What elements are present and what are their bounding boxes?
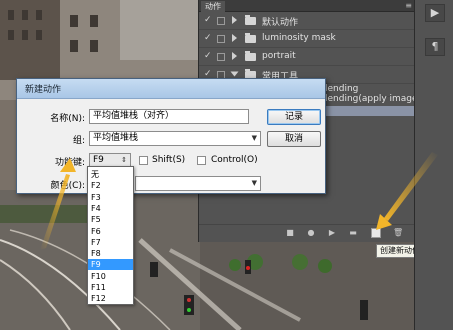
color-select[interactable]: ▼ [135,176,261,191]
chevron-down-icon: ▼ [251,179,257,187]
chevron-down-icon: ▼ [251,134,257,142]
folder-icon [245,33,256,43]
action-set-row[interactable]: ✓ 默认动作 [199,13,415,30]
name-label: 名称(N): [50,114,85,124]
function-key-option[interactable]: F7 [88,237,133,248]
panel-menu-icon[interactable]: ≡ [405,1,412,11]
record-icon[interactable]: ● [306,228,316,238]
record-button[interactable]: 记录 [267,109,321,125]
function-key-option[interactable]: F9 [88,259,133,271]
cancel-button[interactable]: 取消 [267,131,321,147]
shift-label: Shift(S) [152,155,186,165]
action-set-label: portrait [262,51,296,61]
function-key-option[interactable]: 无 [88,169,133,180]
set-label: 组: [72,136,85,146]
new-action-icon[interactable] [371,228,381,238]
dialog-toggle-icon[interactable] [217,17,225,25]
stop-icon[interactable]: ■ [285,228,295,238]
expand-arrow-icon[interactable] [232,16,237,24]
function-key-option[interactable]: F6 [88,226,133,237]
folder-icon [245,51,256,61]
function-key-value: F9 [93,155,104,165]
function-key-option[interactable]: F4 [88,203,133,214]
function-key-option[interactable]: F2 [88,180,133,191]
function-key-option[interactable]: F8 [88,248,133,259]
play-panel-icon[interactable]: ▶ [425,4,445,22]
name-input[interactable]: 平均值堆栈（对齐） [89,109,249,124]
panel-header: 动作 ≡ [199,0,415,12]
function-key-option[interactable]: F3 [88,192,133,203]
function-key-option[interactable]: F11 [88,282,133,293]
action-set-label: 默认动作 [262,18,299,28]
play-icon[interactable]: ▶ [327,228,337,238]
function-key-label: 功能键: [54,158,85,168]
trash-icon[interactable]: 🗑 [393,228,403,238]
control-checkbox[interactable] [197,156,206,165]
action-set-label: luminosity mask [262,33,336,43]
check-icon[interactable]: ✓ [204,51,214,61]
right-dock: ▶ ¶ [414,0,453,330]
check-icon[interactable]: ✓ [204,15,214,25]
set-select-value: 平均值堆栈 [93,133,139,143]
function-key-dropdown: 无 F2 F3 F4 F5 F6 F7 F8 F9 F10 F11 F12 [87,166,134,305]
action-label: lending [325,84,359,94]
color-label: 颜色(C): [50,181,85,191]
action-label: lending(apply image... [325,94,427,104]
history-panel-icon[interactable]: ¶ [425,38,445,56]
expand-arrow-icon[interactable] [232,34,237,42]
check-icon[interactable]: ✓ [204,33,214,43]
folder-icon [245,15,256,25]
dialog-toggle-icon[interactable] [217,35,225,43]
expand-arrow-icon[interactable] [230,71,239,77]
function-key-option[interactable]: F12 [88,293,133,304]
dialog-title: 新建动作 [25,85,62,95]
new-set-icon[interactable]: ▬ [348,228,358,238]
dialog-titlebar[interactable]: 新建动作 [17,79,325,99]
dialog-toggle-icon[interactable] [217,53,225,61]
function-key-option[interactable]: F5 [88,214,133,225]
action-set-row[interactable]: ✓ luminosity mask [199,31,415,48]
new-action-dialog: 新建动作 名称(N): 平均值堆栈（对齐） 组: 平均值堆栈 ▼ 功能键: F9… [16,78,326,194]
expand-arrow-icon[interactable] [232,52,237,60]
shift-checkbox[interactable] [139,156,148,165]
function-key-option[interactable]: F10 [88,271,133,282]
control-label: Control(O) [211,155,258,165]
set-select[interactable]: 平均值堆栈 ▼ [89,131,261,146]
actions-toolbar: ■ ● ▶ ▬ 🗑 [199,224,415,240]
action-set-row[interactable]: ✓ portrait [199,49,415,66]
tab-actions[interactable]: 动作 [201,1,225,12]
